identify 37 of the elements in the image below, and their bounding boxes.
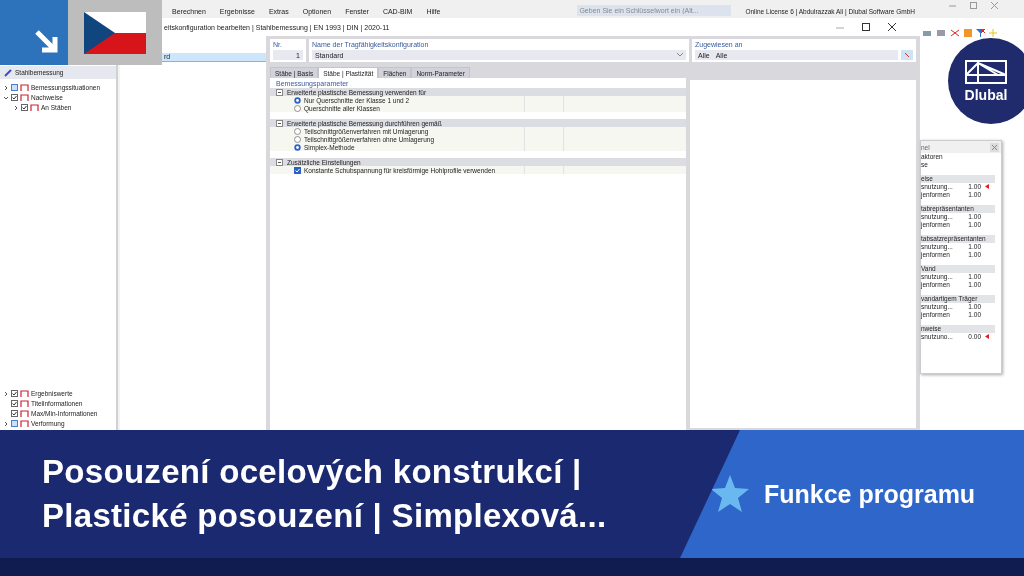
radio-button[interactable] (294, 143, 301, 151)
flag-icon (84, 11, 146, 54)
checkbox[interactable] (11, 410, 18, 417)
checkbox[interactable] (21, 104, 28, 111)
radio-button[interactable] (294, 127, 301, 135)
caret-icon[interactable] (677, 53, 683, 57)
badge-text: Funkce programu (764, 479, 976, 509)
collapse-icon[interactable] (276, 158, 283, 166)
star-icon (710, 475, 750, 513)
radio-button[interactable] (294, 135, 301, 143)
collapse-icon[interactable] (276, 119, 283, 127)
chevron-right-icon[interactable] (3, 84, 9, 91)
close-button[interactable] (990, 142, 999, 152)
select-icon[interactable] (901, 50, 913, 60)
filter-icon[interactable] (976, 29, 985, 37)
checkbox[interactable] (11, 84, 18, 91)
checkbox[interactable] (11, 94, 18, 101)
logo-text: Dlubal (964, 87, 1008, 103)
arrow-icon (34, 29, 60, 55)
toolbar-icon[interactable] (950, 29, 960, 37)
radio-button[interactable] (294, 96, 301, 104)
checkbox[interactable] (294, 166, 301, 174)
chevron-right-icon[interactable] (13, 104, 19, 111)
chevron-right-icon[interactable] (3, 420, 9, 427)
beam-icon (4, 68, 12, 77)
banner-title: Posouzení ocelových konstrukcí | (42, 453, 583, 491)
checkbox[interactable] (11, 390, 18, 397)
radio-button[interactable] (294, 104, 301, 112)
maximize-icon[interactable] (862, 23, 870, 31)
checkbox[interactable] (11, 400, 18, 407)
checkbox[interactable] (11, 420, 18, 427)
banner-title: Plastické posouzení | Simplexová... (42, 497, 607, 535)
chevron-down-icon[interactable] (3, 94, 9, 101)
bridge-icon (964, 59, 1008, 85)
collapse-icon[interactable] (276, 88, 283, 96)
chevron-right-icon[interactable] (3, 390, 9, 397)
close-icon[interactable] (888, 23, 896, 31)
